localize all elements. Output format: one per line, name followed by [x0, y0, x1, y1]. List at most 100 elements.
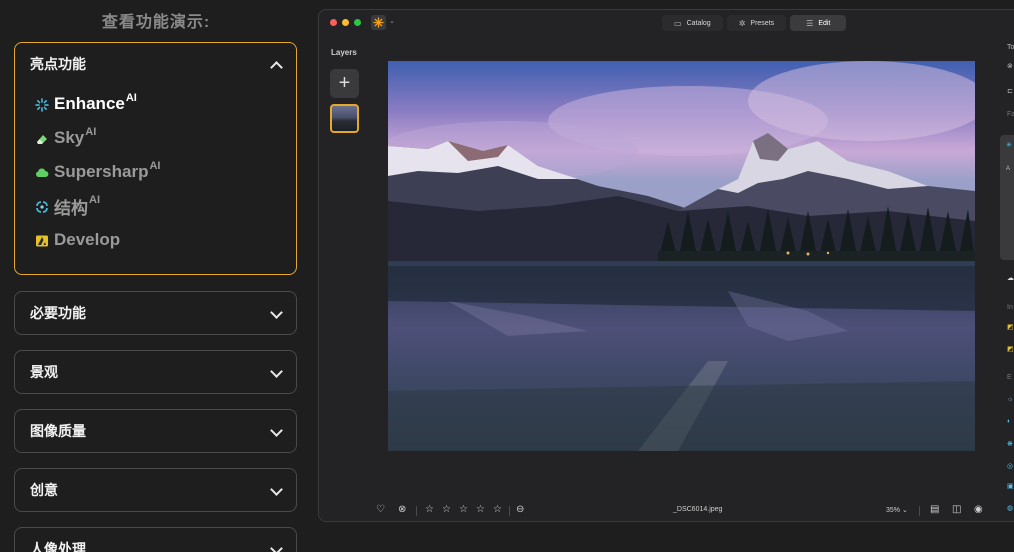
structure-icon [35, 199, 49, 213]
title-bar: ⌄ ▭ Catalog ✲ Presets ☰ Edit [319, 10, 1014, 36]
tab-label: Catalog [686, 19, 711, 27]
section-label: E [1007, 374, 1012, 381]
star-icon[interactable]: ☆ [442, 504, 451, 515]
feature-structure[interactable]: 结构 AI [35, 189, 296, 223]
accordion-landscape: 景观 [14, 350, 297, 394]
eye-icon[interactable]: ◉ [974, 504, 983, 515]
bottom-toolbar: ♡ ⊗ ☆ ☆ ☆ ☆ ☆ ⊖ _DSC6014.jpeg 35% ⌄ ▤ ◫ … [319, 500, 1014, 521]
enhance-sparkle-icon [35, 97, 49, 112]
page: 查看功能演示: 亮点功能 Enhance AI Sky AI Supershar… [0, 0, 1014, 552]
tab-catalog[interactable]: ▭ Catalog [662, 15, 723, 31]
layer-thumbnail[interactable] [330, 104, 359, 133]
section-label: In [1007, 304, 1013, 311]
chevron-down-icon[interactable]: ⌄ [389, 17, 395, 25]
cloud-icon[interactable]: ☁ [1007, 274, 1014, 282]
develop-icon[interactable]: ◩ [1007, 345, 1014, 353]
favorites-label: Fa [1007, 111, 1014, 118]
tool-icon[interactable]: ▣ [1007, 482, 1014, 490]
tab-label: Presets [750, 19, 775, 27]
chevron-down-icon [270, 484, 282, 496]
feature-sup: AI [89, 194, 100, 206]
zoom-select[interactable]: 35% ⌄ [886, 506, 908, 514]
feature-develop[interactable]: Develop [35, 223, 296, 257]
accordion-label: 创意 [30, 482, 58, 498]
folder-icon: ▭ [674, 18, 682, 28]
photo-canvas[interactable] [388, 61, 975, 451]
sun-icon[interactable]: ☼ [1007, 396, 1013, 403]
chevron-down-icon [270, 425, 282, 437]
layers-label: Layers [331, 48, 357, 57]
add-layer-button[interactable]: + [330, 69, 359, 98]
reject-icon[interactable]: ⊗ [398, 504, 406, 515]
chevron-down-icon [270, 307, 282, 319]
feature-name: Enhance [54, 94, 125, 113]
feature-name: Sky [54, 128, 85, 147]
zoom-window-button[interactable] [354, 19, 361, 26]
accordion-header-image-quality[interactable]: 图像质量 [15, 410, 296, 452]
develop-icon [35, 233, 49, 247]
tools-panel-title: To [1007, 44, 1014, 51]
tab-presets[interactable]: ✲ Presets [726, 15, 787, 31]
divider [919, 506, 920, 516]
tab-edit[interactable]: ☰ Edit [790, 15, 847, 31]
feature-supersharp[interactable]: Supersharp AI [35, 155, 296, 189]
chevron-down-icon [270, 543, 282, 552]
enhance-sparkle-icon: ✳ [1006, 142, 1012, 149]
chevron-up-icon [270, 58, 282, 70]
minimize-window-button[interactable] [342, 19, 349, 26]
mode-tabs: ▭ Catalog ✲ Presets ☰ Edit [662, 15, 847, 31]
accordion-header-portrait[interactable]: 人像处理 [15, 528, 296, 552]
tool-label: A [1006, 166, 1011, 172]
tool-icon[interactable]: ◐ [1007, 418, 1011, 425]
star-icon[interactable]: ☆ [425, 504, 434, 515]
feature-sup: AI [125, 92, 137, 104]
accordion-label: 必要功能 [30, 305, 86, 321]
more-icon[interactable]: ⊖ [516, 504, 524, 515]
accordion-essentials: 必要功能 [14, 291, 297, 335]
cloud-icon [35, 165, 49, 179]
accordion-header-creative[interactable]: 创意 [15, 469, 296, 511]
chevron-down-icon [270, 366, 282, 378]
star-icon[interactable]: ☆ [476, 504, 485, 515]
landscape-photo [388, 61, 975, 451]
zoom-value: 35% [886, 507, 901, 514]
app-window: ⌄ ▭ Catalog ✲ Presets ☰ Edit Layers + To… [318, 9, 1014, 522]
accordion-creative: 创意 [14, 468, 297, 512]
star-icon[interactable]: ☆ [493, 504, 502, 515]
crop-icon[interactable]: ⊏ [1007, 87, 1013, 95]
layers-icon[interactable]: ⊗ [1007, 62, 1013, 70]
presets-icon: ✲ [738, 18, 746, 28]
feature-sky[interactable]: Sky AI [35, 121, 296, 155]
feature-name: Develop [54, 230, 121, 249]
histogram-icon[interactable]: ▤ [930, 504, 939, 515]
feature-list: Enhance AI Sky AI Supersharp AI 结构 AI De… [15, 85, 296, 267]
accordion-header-essentials[interactable]: 必要功能 [15, 292, 296, 334]
compare-icon[interactable]: ◫ [952, 504, 961, 515]
feature-demo-panel: 查看功能演示: 亮点功能 Enhance AI Sky AI Supershar… [0, 0, 312, 552]
accordion-header-highlights[interactable]: 亮点功能 [15, 43, 296, 85]
feature-sup: AI [85, 126, 97, 138]
accordion-header-landscape[interactable]: 景观 [15, 351, 296, 393]
panel-title: 查看功能演示: [101, 14, 211, 31]
heart-icon[interactable]: ♡ [376, 504, 385, 515]
tool-icon[interactable]: ❋ [1007, 440, 1013, 448]
feature-sup: AI [149, 160, 161, 172]
accordion-label: 人像处理 [30, 541, 86, 552]
feature-name: 结构 [54, 198, 88, 218]
star-icon[interactable]: ☆ [459, 504, 468, 515]
feature-name: Supersharp [54, 162, 149, 181]
sky-eraser-icon [35, 131, 49, 145]
close-window-button[interactable] [330, 19, 337, 26]
enhance-tool-panel[interactable]: ✳ A [1000, 135, 1014, 260]
accordion-label: 亮点功能 [30, 56, 86, 72]
tool-icon[interactable]: ◎ [1007, 462, 1013, 470]
accordion-label: 景观 [30, 364, 58, 380]
feature-enhance[interactable]: Enhance AI [35, 87, 296, 121]
tools-panel: To ⊗ ⊏ Fa ✳ A ☁ In ◩ ◩ E ☼ ◐ ❋ ◎ ▣ ◍ [999, 10, 1014, 521]
develop-icon[interactable]: ◩ [1007, 323, 1014, 331]
app-logo-icon[interactable] [371, 15, 386, 30]
tab-label: Edit [818, 19, 831, 27]
accordion-label: 图像质量 [30, 423, 86, 439]
accordion-image-quality: 图像质量 [14, 409, 297, 453]
file-name: _DSC6014.jpeg [673, 506, 723, 513]
